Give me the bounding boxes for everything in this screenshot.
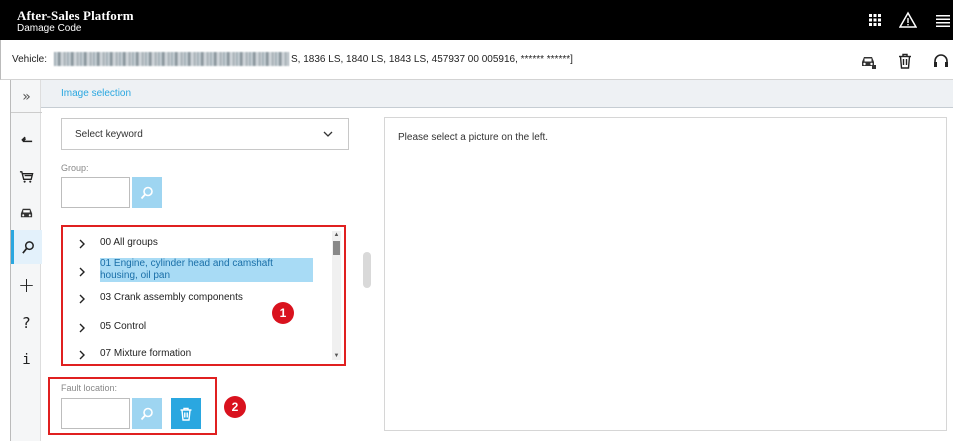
- back-icon[interactable]: [11, 122, 42, 156]
- group-search-button[interactable]: [132, 177, 162, 208]
- tree-item-label: 07 Mixture formation: [100, 348, 192, 359]
- annotation-badge-2: 2: [224, 396, 246, 418]
- left-rail: » + ? i: [10, 80, 42, 441]
- scrollbar-thumb[interactable]: [333, 241, 340, 255]
- group-input[interactable]: [61, 177, 130, 208]
- annotation-badge-1: 1: [272, 302, 294, 324]
- tree-item[interactable]: 01 Engine, cylinder head and camshaft ho…: [77, 258, 313, 282]
- expand-icon[interactable]: »: [11, 80, 42, 114]
- menu-icon[interactable]: [934, 11, 952, 29]
- fault-delete-button[interactable]: [171, 398, 201, 429]
- image-preview-panel: Please select a picture on the left.: [384, 117, 947, 431]
- scroll-up-icon[interactable]: ▲: [333, 232, 340, 238]
- trash-icon: [180, 407, 192, 421]
- tree-item-label: 01 Engine, cylinder head and camshaft ho…: [100, 258, 313, 282]
- chevron-right-icon: [79, 239, 85, 249]
- tree-scrollbar[interactable]: ▲ ▼: [332, 231, 341, 360]
- app-header: After-Sales Platform Damage Code: [0, 0, 953, 40]
- app-subtitle: Damage Code: [17, 23, 82, 34]
- tree-item[interactable]: 03 Crank assembly components: [77, 292, 243, 304]
- headset-icon[interactable]: [932, 52, 950, 70]
- fault-search-button[interactable]: [132, 398, 162, 429]
- tree-item[interactable]: 07 Mixture formation: [77, 348, 191, 360]
- group-label: Group:: [61, 163, 89, 173]
- keyword-select[interactable]: Select keyword: [61, 118, 349, 150]
- grid-icon[interactable]: [866, 11, 884, 29]
- panel-resize-handle[interactable]: [363, 252, 371, 288]
- cart-icon[interactable]: [11, 159, 42, 193]
- fault-location-label: Fault location:: [61, 383, 118, 393]
- tree-item-label: 05 Control: [100, 321, 147, 332]
- vehicle-bar: Vehicle: S, 1836 LS, 1840 LS, 1843 LS, 4…: [0, 40, 953, 80]
- vehicle-label: Vehicle:: [12, 54, 48, 65]
- chevron-down-icon: [323, 131, 333, 137]
- search-icon: [140, 186, 153, 199]
- group-tree-list: 00 All groups 01 Engine, cylinder head a…: [61, 225, 346, 366]
- image-selection-title: Image selection: [61, 88, 132, 99]
- tree-item-label: 00 All groups: [100, 237, 158, 248]
- chevron-right-icon: [79, 294, 85, 304]
- image-selection-header: Image selection: [41, 80, 953, 108]
- chevron-right-icon: [79, 323, 85, 333]
- chevron-right-icon: [79, 350, 85, 360]
- fault-location-input[interactable]: [61, 398, 130, 429]
- trash-icon[interactable]: [896, 52, 914, 70]
- tree-item[interactable]: 00 All groups: [77, 237, 158, 249]
- vehicle-details: S, 1836 LS, 1840 LS, 1843 LS, 457937 00 …: [291, 54, 573, 65]
- car-icon[interactable]: [11, 195, 42, 229]
- keyword-select-value: Select keyword: [75, 129, 143, 140]
- car-icon[interactable]: [859, 52, 877, 70]
- info-icon[interactable]: i: [11, 343, 42, 377]
- tree-item-label: 03 Crank assembly components: [100, 292, 243, 303]
- rail-divider: [11, 112, 42, 113]
- image-preview-message: Please select a picture on the left.: [398, 132, 549, 143]
- warning-icon[interactable]: [899, 11, 917, 29]
- help-icon[interactable]: ?: [11, 306, 42, 340]
- app-title: After-Sales Platform: [17, 8, 134, 23]
- vehicle-id-redacted: [54, 52, 289, 66]
- chevron-right-icon: [79, 267, 85, 277]
- scroll-down-icon[interactable]: ▼: [333, 353, 340, 359]
- tree-item[interactable]: 05 Control: [77, 321, 146, 333]
- plus-icon[interactable]: +: [11, 268, 42, 302]
- search-icon: [140, 407, 153, 420]
- search-icon[interactable]: [11, 230, 42, 264]
